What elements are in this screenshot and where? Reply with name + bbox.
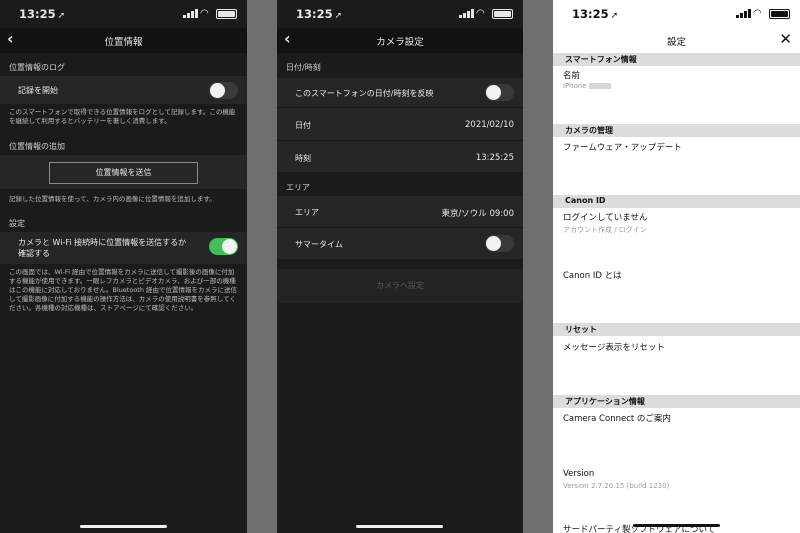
firmware-update-item[interactable]: ファームウェア・アップデート: [563, 141, 682, 153]
settings-screen: 13:25 ➚ ◠ 設定 ✕ スマートフォン情報 名前 iPhone カメラの管理…: [553, 0, 800, 533]
record-note: このスマートフォンで取得できる位置情報をログとして記録します。この機能を継続して…: [9, 108, 236, 125]
location-arrow-icon: ➚: [334, 11, 343, 21]
summer-time-label: サマータイム: [295, 240, 343, 249]
status-time: 13:25 ➚: [19, 7, 66, 21]
section-header-datetime: 日付/時刻: [286, 63, 321, 72]
location-info-screen: 13:25 ➚ ◠ ‹ 位置情報 位置情報のログ 記録を開始 このスマートフォンで…: [0, 0, 247, 533]
section-header-smartphone: スマートフォン情報: [553, 53, 800, 66]
home-indicator[interactable]: [79, 525, 167, 528]
wifi-confirm-label: カメラと Wi-Fi 接続時に位置情報を送信するか確認する: [18, 238, 187, 258]
home-indicator[interactable]: [356, 525, 443, 528]
summer-time-row: サマータイム: [277, 228, 523, 259]
send-note: 記録した位置情報を使って、カメラ内の画像に位置情報を追加します。: [9, 195, 216, 203]
camera-settings-screen: 13:25 ➚ ◠ ‹ カメラ設定 日付/時刻 このスマートフォンの日付/時刻を反…: [277, 0, 523, 533]
battery-icon: [216, 9, 237, 19]
time-value: 13:25:25: [475, 153, 514, 163]
name-value: iPhone: [563, 82, 611, 90]
nav-bar: ‹ 位置情報: [0, 28, 247, 53]
battery-icon: [769, 9, 790, 19]
battery-icon: [492, 9, 513, 19]
signal-icon: [183, 9, 198, 18]
signal-icon: [459, 9, 474, 18]
wifi-icon: ◠: [753, 8, 762, 19]
page-title: 設定: [666, 37, 686, 48]
sync-datetime-toggle[interactable]: [485, 84, 514, 101]
wifi-note: この画面では、Wi-Fi 経由で位置情報をカメラに送信して撮影後の画像に付加する…: [9, 268, 238, 312]
login-sub: アカウント作成 / ログイン: [563, 226, 647, 234]
status-bar: 13:25 ➚ ◠: [553, 0, 800, 28]
time-label: 時刻: [295, 154, 311, 163]
date-row[interactable]: 日付 2021/02/10: [277, 108, 523, 140]
close-icon[interactable]: ✕: [779, 30, 792, 48]
nav-bar: ‹ カメラ設定: [277, 28, 523, 53]
nav-bar: 設定 ✕: [553, 28, 800, 53]
section-header-location-add: 位置情報の追加: [9, 142, 65, 151]
location-arrow-icon: ➚: [57, 11, 66, 21]
version-label: Version: [563, 469, 595, 479]
apply-to-camera-button[interactable]: カメラへ設定: [277, 269, 523, 303]
login-status-item[interactable]: ログインしていません: [563, 211, 648, 223]
wifi-icon: ◠: [200, 8, 209, 19]
sync-datetime-label: このスマートフォンの日付/時刻を反映: [295, 89, 434, 98]
status-time: 13:25 ➚: [296, 7, 343, 21]
record-start-label: 記録を開始: [18, 86, 58, 95]
record-start-toggle[interactable]: [209, 82, 238, 99]
section-header-reset: リセット: [553, 323, 800, 336]
name-label: 名前: [563, 71, 581, 81]
location-arrow-icon: ➚: [610, 11, 619, 21]
section-header-canon-id: Canon ID: [553, 195, 800, 208]
area-label: エリア: [295, 208, 319, 217]
reset-message-item[interactable]: メッセージ表示をリセット: [563, 341, 665, 353]
section-header-app-info: アプリケーション情報: [553, 395, 800, 408]
section-header-settings: 設定: [9, 219, 25, 228]
version-value: Version 2.7.20.15 (build 1230): [563, 482, 670, 490]
status-bar: 13:25 ➚ ◠: [277, 0, 523, 28]
area-row[interactable]: エリア 東京/ソウル 09:00: [277, 196, 523, 227]
date-value: 2021/02/10: [465, 120, 514, 130]
time-row[interactable]: 時刻 13:25:25: [277, 141, 523, 172]
send-location-button[interactable]: 位置情報を送信: [49, 162, 198, 184]
about-canon-id-item[interactable]: Canon ID とは: [563, 269, 622, 281]
section-header-location-log: 位置情報のログ: [9, 63, 65, 72]
wifi-confirm-toggle[interactable]: [209, 238, 238, 255]
signal-icon: [736, 9, 751, 18]
area-value: 東京/ソウル 09:00: [441, 209, 514, 219]
home-indicator[interactable]: [632, 524, 720, 527]
date-label: 日付: [295, 121, 311, 130]
status-bar: 13:25 ➚ ◠: [0, 0, 247, 28]
section-header-area: エリア: [286, 183, 310, 192]
wifi-icon: ◠: [476, 8, 485, 19]
camera-connect-guide-item[interactable]: Camera Connect のご案内: [563, 412, 671, 424]
status-time: 13:25 ➚: [572, 7, 619, 21]
section-header-camera: カメラの管理: [553, 124, 800, 137]
summer-time-toggle[interactable]: [485, 235, 514, 252]
sync-datetime-row: このスマートフォンの日付/時刻を反映: [277, 78, 523, 107]
page-title: 位置情報: [104, 37, 143, 48]
wifi-confirm-row: カメラと Wi-Fi 接続時に位置情報を送信するか確認する: [0, 232, 247, 264]
record-start-row: 記録を開始: [0, 76, 247, 104]
page-title: カメラ設定: [376, 37, 424, 48]
